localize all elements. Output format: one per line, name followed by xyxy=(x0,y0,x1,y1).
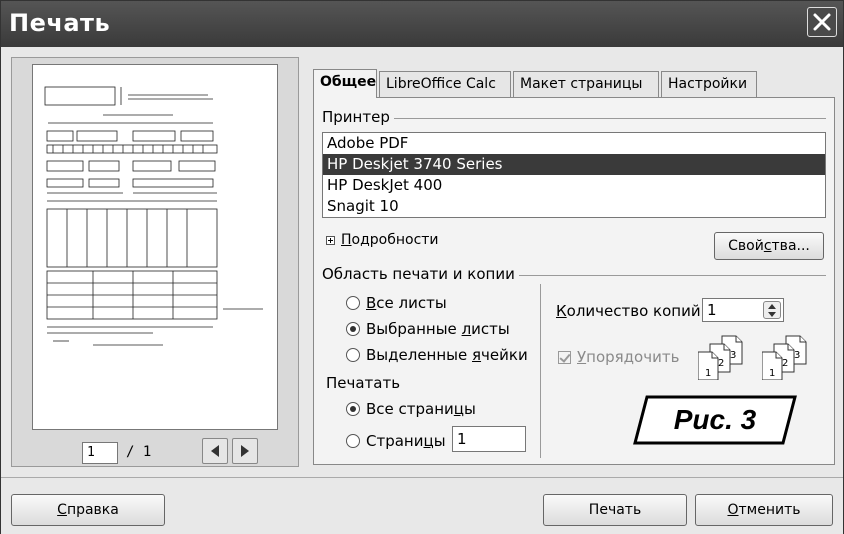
printer-item[interactable]: Adobe PDF xyxy=(323,133,825,154)
cancel-button[interactable]: Отменить xyxy=(695,494,833,526)
title-bar[interactable]: Печать xyxy=(1,1,843,47)
collate-digit-3: 3 xyxy=(794,350,800,361)
print-dialog: Печать 1 / 1 Общее LibreOffice Calc Маке… xyxy=(0,0,844,534)
details-expander[interactable]: Подробности xyxy=(326,232,439,248)
radio-button[interactable] xyxy=(346,434,360,448)
page-total-label: / 1 xyxy=(126,444,152,460)
radio-all-sheets[interactable]: Все листы xyxy=(346,294,447,312)
figure-label-text: Рис. 3 xyxy=(673,404,757,435)
next-page-button[interactable] xyxy=(232,438,258,464)
tab-libreoffice-calc[interactable]: LibreOffice Calc xyxy=(379,71,511,97)
figure-label: Рис. 3 xyxy=(633,395,797,445)
print-pages-label: Печатать xyxy=(326,374,405,392)
collate-digit-1: 1 xyxy=(705,368,711,379)
pages-range-input[interactable]: 1 xyxy=(452,426,526,452)
collate-checkbox[interactable] xyxy=(558,350,571,364)
document-preview-image xyxy=(44,86,263,346)
radio-pages[interactable]: Страницы xyxy=(346,432,446,450)
collate-pages-icon-2: 3 2 1 xyxy=(762,335,807,380)
help-button[interactable]: Справка xyxy=(11,494,165,526)
collate-digit-2: 2 xyxy=(782,358,788,369)
properties-button[interactable]: Свой с тва... xyxy=(714,232,824,260)
printer-item-selected[interactable]: HP Deskjet 3740 Series xyxy=(323,154,825,175)
spin-updown-icon[interactable] xyxy=(763,301,781,319)
collate-digit-2: 2 xyxy=(718,358,724,369)
radio-button-checked[interactable] xyxy=(346,322,360,336)
radio-button-checked[interactable] xyxy=(346,402,360,416)
dialog-title: Печать xyxy=(9,9,111,37)
copies-value: 1 xyxy=(707,301,717,319)
printer-group-line xyxy=(322,118,826,119)
copies-spinbox[interactable]: 1 xyxy=(702,298,784,322)
button-bar: Справка Печать Отменить xyxy=(1,477,843,534)
radio-button[interactable] xyxy=(346,348,360,362)
radio-all-pages[interactable]: Все страницы xyxy=(346,400,476,418)
arrow-left-icon xyxy=(211,445,219,457)
close-icon xyxy=(813,13,831,31)
arrow-right-icon xyxy=(241,445,249,457)
expand-plus-icon xyxy=(326,235,335,245)
details-label: Подробности xyxy=(341,232,439,248)
printer-list[interactable]: Adobe PDF HP Deskjet 3740 Series HP Desk… xyxy=(322,132,826,218)
collate-pages-icon: 3 2 1 xyxy=(698,335,743,380)
page-number-input[interactable]: 1 xyxy=(82,442,118,464)
preview-panel: 1 / 1 xyxy=(11,57,299,467)
collate-digit-1: 1 xyxy=(769,368,775,379)
tab-page-layout[interactable]: Макет страницы xyxy=(513,71,659,97)
printer-item[interactable]: Snagit 10 xyxy=(323,196,825,217)
printer-item[interactable]: HP DeskJet 400 xyxy=(323,175,825,196)
tab-settings[interactable]: Настройки xyxy=(661,71,757,97)
printer-group-label: Принтер xyxy=(322,108,394,126)
tab-general[interactable]: Общее xyxy=(313,69,377,98)
page-preview-thumbnail xyxy=(32,64,278,430)
radio-selected-cells[interactable]: Выделенные ячейки xyxy=(346,346,528,364)
radio-button[interactable] xyxy=(346,296,360,310)
close-button[interactable] xyxy=(807,7,837,37)
radio-selected-sheets[interactable]: Выбранные листы xyxy=(346,320,510,338)
vertical-separator xyxy=(540,284,541,458)
page-navigation: 1 / 1 xyxy=(12,430,300,466)
print-area-group-label: Область печати и копии xyxy=(322,265,519,283)
collate-digit-3: 3 xyxy=(730,350,736,361)
copies-label: Количество копий xyxy=(556,302,701,320)
collate-checkbox-row[interactable]: Упорядочить xyxy=(558,348,679,366)
previous-page-button[interactable] xyxy=(202,438,228,464)
tab-bar: Общее LibreOffice Calc Макет страницы На… xyxy=(313,69,835,98)
print-button[interactable]: Печать xyxy=(543,494,687,526)
